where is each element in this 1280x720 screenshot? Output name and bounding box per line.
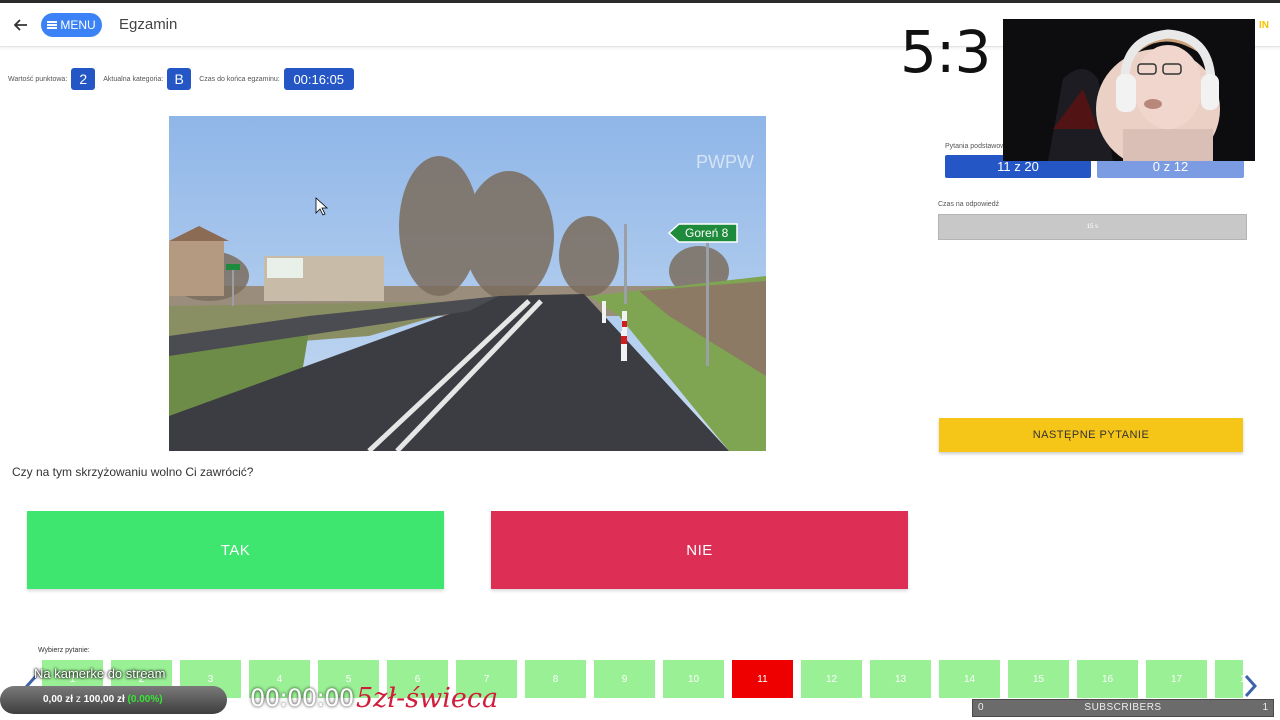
stream-timer: 00:00:00 xyxy=(250,684,354,712)
donation-goal: 100,00 zł xyxy=(83,694,125,705)
question-nav-item[interactable]: 11 xyxy=(732,660,793,698)
road-sign-text: Goreń 8 xyxy=(685,226,729,240)
exam-time-badge: 00:16:05 xyxy=(283,68,354,90)
arrow-left-icon xyxy=(13,19,27,31)
stream-camera-caption: Na kamerke do stream xyxy=(34,666,166,681)
header-right-text[interactable]: IN xyxy=(1259,20,1269,31)
next-question-button[interactable]: NASTĘPNE PYTANIE xyxy=(939,418,1243,452)
points-label: Wartość punktowa: xyxy=(8,75,68,83)
question-nav-item[interactable]: 12 xyxy=(801,660,862,698)
donation-percent: (0.00%) xyxy=(127,694,163,705)
subs-max: 1 xyxy=(1262,702,1268,713)
answer-time-label: Czas na odpowiedź xyxy=(938,201,1000,208)
answer-time-value: 15 s xyxy=(1086,224,1099,230)
back-button[interactable] xyxy=(10,14,32,36)
question-nav-item[interactable]: 13 xyxy=(870,660,931,698)
progress-label: Pytania podstawowe xyxy=(945,143,1010,150)
category-label: Aktualna kategoria: xyxy=(103,75,164,83)
question-nav-item[interactable]: 14 xyxy=(939,660,1000,698)
choose-question-label: Wybierz pytanie: xyxy=(38,647,90,654)
points-badge: 2 xyxy=(71,68,96,90)
webcam-image xyxy=(1003,19,1255,161)
question-nav-item[interactable]: 15 xyxy=(1008,660,1069,698)
donation-current: 0,00 zł xyxy=(43,694,74,705)
road-scene-image: Goreń 8 PWPW xyxy=(169,116,766,451)
page-title: Egzamin xyxy=(119,16,178,33)
answer-yes-button[interactable]: TAK xyxy=(27,511,444,589)
menu-button[interactable]: MENU xyxy=(41,13,102,37)
question-image: Goreń 8 PWPW xyxy=(169,116,766,451)
stream-candle-text: 5zł-świeca xyxy=(356,683,499,714)
image-watermark: PWPW xyxy=(696,152,754,172)
answer-time-bar: 15 s xyxy=(938,214,1247,240)
nav-next-button[interactable] xyxy=(1240,672,1262,700)
question-nav-item[interactable]: 8 xyxy=(525,660,586,698)
answer-no-button[interactable]: NIE xyxy=(491,511,908,589)
exam-page: MENU Egzamin IN Wartość punktowa: 2 Aktu… xyxy=(0,0,1280,720)
webcam-overlay xyxy=(1003,19,1255,161)
hamburger-icon xyxy=(47,21,58,29)
question-nav-item[interactable]: 16 xyxy=(1077,660,1138,698)
chevron-right-icon xyxy=(1244,674,1258,698)
question-nav-item[interactable]: 10 xyxy=(663,660,724,698)
question-nav-item[interactable]: 17 xyxy=(1146,660,1207,698)
donation-goal-text: 0,00 zł z 100,00 zł (0.00%) xyxy=(43,694,163,705)
exam-info-row: Wartość punktowa: 2 Aktualna kategoria: … xyxy=(8,68,354,90)
exam-time-label: Czas do końca egzaminu: xyxy=(199,75,280,83)
menu-button-label: MENU xyxy=(60,18,96,32)
stream-score-overlay: 5:3 xyxy=(900,18,991,86)
subs-label: SUBSCRIBERS xyxy=(1084,702,1162,713)
question-nav-item[interactable]: 18 xyxy=(1215,660,1243,698)
question-text: Czy na tym skrzyżowaniu wolno Ci zawróci… xyxy=(12,465,254,479)
donation-separator: z xyxy=(75,694,81,705)
subscribers-goal-bar: 0 SUBSCRIBERS 1 xyxy=(972,699,1274,717)
category-badge: B xyxy=(167,68,192,90)
question-nav-item[interactable]: 9 xyxy=(594,660,655,698)
